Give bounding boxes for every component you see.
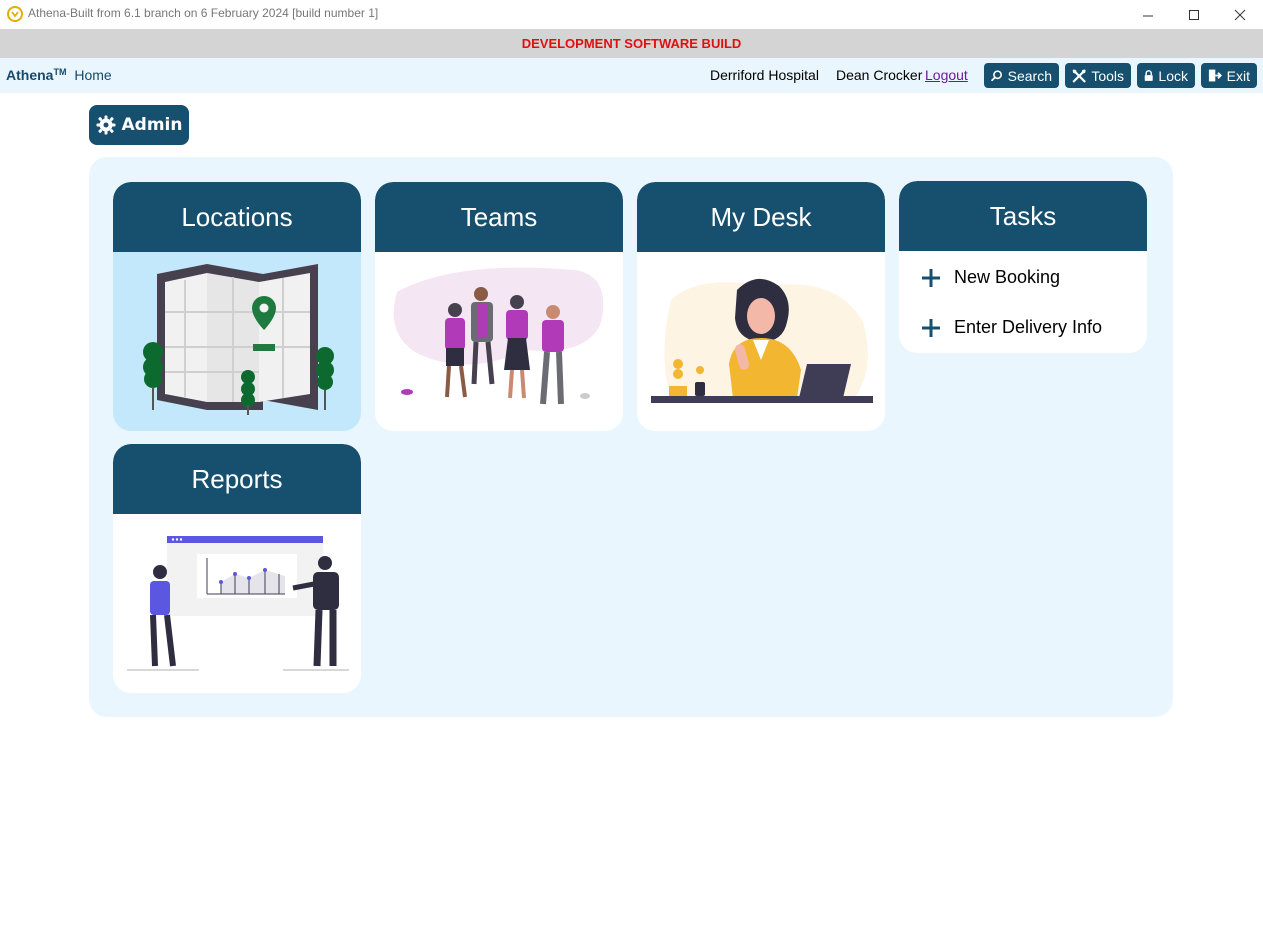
new-booking-label: New Booking (954, 267, 1061, 287)
presentation-chart-illustration-icon (127, 536, 349, 671)
tools-icon (1072, 69, 1086, 82)
team-people-illustration-icon (393, 267, 604, 405)
lock-button[interactable]: Lock (1137, 63, 1195, 88)
minimize-button[interactable] (1125, 0, 1171, 29)
breadcrumb: AthenaTM Home (6, 67, 112, 83)
reports-illustration (113, 514, 361, 693)
new-booking-task[interactable]: New Booking (921, 267, 1060, 288)
enter-delivery-info-task[interactable]: Enter Delivery Info (921, 317, 1102, 338)
lock-icon (1144, 70, 1153, 81)
athena-app-icon (7, 6, 23, 22)
logout-link[interactable]: Logout (925, 67, 968, 83)
close-icon (1234, 9, 1246, 20)
lock-button-label: Lock (1158, 67, 1188, 84)
search-button-label: Search (1007, 67, 1052, 84)
home-link[interactable]: Home (74, 67, 111, 83)
trademark-symbol: TM (53, 67, 67, 77)
minimize-icon (1143, 15, 1153, 16)
search-icon (991, 70, 1002, 82)
reports-tile-header: Reports (113, 444, 361, 514)
reports-tile-title: Reports (191, 463, 283, 494)
locations-tile[interactable]: Locations (113, 182, 361, 431)
maximize-icon (1189, 9, 1199, 20)
user-name: Dean Crocker (836, 67, 923, 83)
teams-tile-title: Teams (460, 201, 538, 232)
plus-icon (922, 268, 940, 287)
tasks-tile: Tasks New Booking Enter Delivery Info (899, 181, 1147, 353)
map-illustration-icon (143, 264, 334, 415)
exit-button[interactable]: Exit (1201, 63, 1257, 88)
site-name: Derriford Hospital (710, 67, 819, 83)
close-button[interactable] (1217, 0, 1263, 29)
tasks-tile-header: Tasks (899, 181, 1147, 251)
exit-icon (1208, 69, 1222, 82)
mydesk-illustration (637, 252, 885, 431)
admin-button[interactable]: Admin (89, 105, 189, 145)
locations-tile-header: Locations (113, 182, 361, 252)
locations-tile-title: Locations (181, 201, 293, 232)
tools-button-label: Tools (1091, 67, 1124, 84)
teams-tile-header: Teams (375, 182, 623, 252)
maximize-button[interactable] (1171, 0, 1217, 29)
gear-icon (96, 115, 115, 135)
tasks-list: New Booking Enter Delivery Info (899, 251, 1147, 353)
admin-button-label: Admin (121, 115, 183, 135)
search-button[interactable]: Search (984, 63, 1059, 88)
exit-button-label: Exit (1226, 67, 1250, 84)
mydesk-tile-title: My Desk (710, 201, 812, 232)
mydesk-tile[interactable]: My Desk (637, 182, 885, 431)
window-titlebar: Athena-Built from 6.1 branch on 6 Februa… (0, 0, 1263, 29)
reports-tile[interactable]: Reports (113, 444, 361, 693)
development-banner-text: DEVELOPMENT SOFTWARE BUILD (521, 36, 742, 51)
mydesk-tile-header: My Desk (637, 182, 885, 252)
teams-illustration (375, 252, 623, 431)
locations-illustration (113, 252, 361, 431)
plus-icon (922, 318, 940, 337)
window-title: Athena-Built from 6.1 branch on 6 Februa… (28, 6, 379, 20)
development-banner: DEVELOPMENT SOFTWARE BUILD (0, 29, 1263, 58)
tasks-tile-title: Tasks (989, 200, 1057, 231)
desk-worker-illustration-icon (651, 278, 873, 403)
enter-delivery-info-label: Enter Delivery Info (954, 317, 1103, 337)
brand-name: Athena (6, 67, 54, 83)
tools-button[interactable]: Tools (1065, 63, 1131, 88)
dashboard-panel: Locations Teams My Desk Tasks New Bookin… (89, 157, 1173, 717)
teams-tile[interactable]: Teams (375, 182, 623, 431)
